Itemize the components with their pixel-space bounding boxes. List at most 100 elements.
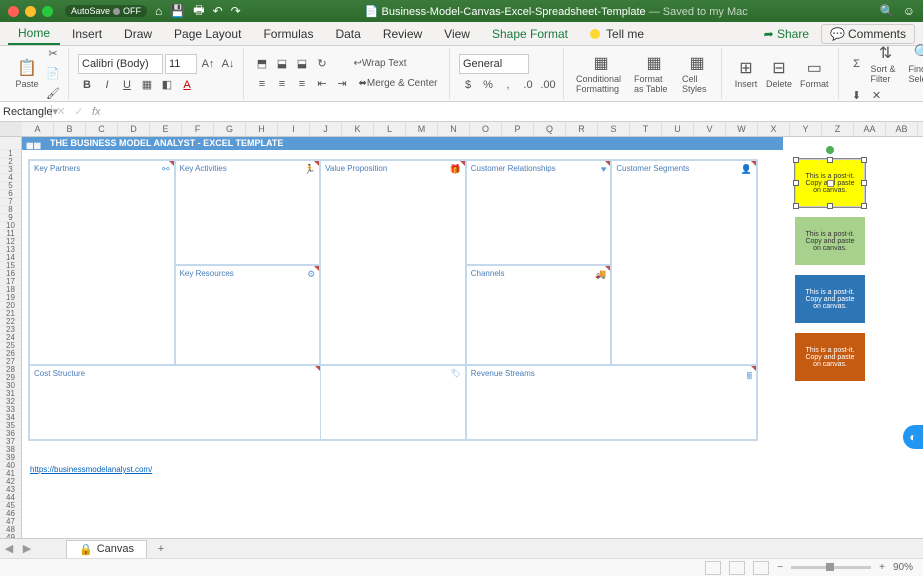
resize-handle-sw[interactable] bbox=[793, 203, 799, 209]
cell-channels[interactable]: Channels🚚 bbox=[466, 265, 612, 365]
resize-handle-se[interactable] bbox=[861, 203, 867, 209]
indent-dec-button[interactable]: ⇤ bbox=[313, 75, 331, 93]
col-header-N[interactable]: N bbox=[438, 122, 470, 136]
search-icon[interactable]: 🔍 bbox=[880, 4, 895, 18]
col-header-K[interactable]: K bbox=[342, 122, 374, 136]
resize-handle-nw[interactable] bbox=[793, 157, 799, 163]
col-header-D[interactable]: D bbox=[118, 122, 150, 136]
bold-button[interactable]: B bbox=[78, 76, 96, 94]
col-header-I[interactable]: I bbox=[278, 122, 310, 136]
format-cells-button[interactable]: ▭Format bbox=[797, 58, 832, 89]
copy-button[interactable]: 📄 bbox=[44, 65, 62, 83]
col-header-F[interactable]: F bbox=[182, 122, 214, 136]
col-header-C[interactable]: C bbox=[86, 122, 118, 136]
border-button[interactable]: ▦ bbox=[138, 76, 156, 94]
redo-icon[interactable]: ↷ bbox=[231, 4, 241, 18]
col-header-H[interactable]: H bbox=[246, 122, 278, 136]
confirm-formula-button[interactable]: ✓ bbox=[70, 103, 88, 121]
italic-button[interactable]: I bbox=[98, 76, 116, 94]
sheet-nav-next[interactable]: ▶ bbox=[18, 542, 36, 555]
resize-handle-ne[interactable] bbox=[861, 157, 867, 163]
align-middle-button[interactable]: ⬓ bbox=[273, 55, 291, 73]
number-format-select[interactable]: General bbox=[459, 54, 529, 74]
currency-button[interactable]: $ bbox=[459, 76, 477, 94]
autosave-toggle[interactable]: AutoSave OFF bbox=[65, 5, 147, 17]
postit-green[interactable]: This is a post-it. Copy and paste on can… bbox=[795, 217, 865, 265]
side-panel-button[interactable]: ◐ bbox=[903, 425, 923, 449]
paste-button[interactable]: 📋 Paste bbox=[12, 58, 42, 89]
align-top-button[interactable]: ⬒ bbox=[253, 55, 271, 73]
format-painter-button[interactable]: 🖌 bbox=[44, 85, 62, 103]
worksheet[interactable]: 1234567891011121314151617181920212223242… bbox=[0, 137, 923, 564]
sort-filter-button[interactable]: ⇅Sort & Filter bbox=[868, 43, 904, 84]
col-header-Z[interactable]: Z bbox=[822, 122, 854, 136]
orientation-button[interactable]: ↻ bbox=[313, 55, 331, 73]
sheet-tab-canvas[interactable]: 🔒 Canvas bbox=[66, 540, 147, 558]
delete-cells-button[interactable]: ⊟Delete bbox=[763, 58, 795, 89]
postit-yellow[interactable]: This is a post-it. Copy and paste on can… bbox=[795, 159, 865, 207]
cells-area[interactable]: ▦▦ THE BUSINESS MODEL ANALYST - EXCEL TE… bbox=[22, 137, 923, 564]
cell-key-partners[interactable]: Key Partners⚯ bbox=[29, 160, 175, 365]
indent-inc-button[interactable]: ⇥ bbox=[333, 75, 351, 93]
zoom-thumb[interactable] bbox=[826, 563, 834, 571]
tab-data[interactable]: Data bbox=[325, 24, 370, 44]
col-header-O[interactable]: O bbox=[470, 122, 502, 136]
insert-cells-button[interactable]: ⊞Insert bbox=[731, 58, 761, 89]
col-header-M[interactable]: M bbox=[406, 122, 438, 136]
website-link[interactable]: https://businessmodelanalyst.com/ bbox=[30, 465, 152, 474]
cell-customer-segments[interactable]: Customer Segments👤 bbox=[611, 160, 757, 365]
align-right-button[interactable]: ≡ bbox=[293, 75, 311, 93]
add-sheet-button[interactable]: + bbox=[151, 543, 171, 555]
cancel-formula-button[interactable]: ✕ bbox=[52, 103, 70, 121]
col-header-J[interactable]: J bbox=[310, 122, 342, 136]
fill-button[interactable]: ⬇ bbox=[848, 86, 866, 104]
wrap-text-button[interactable]: ↩ Wrap Text bbox=[345, 55, 415, 73]
format-as-table-button[interactable]: ▦Format as Table bbox=[631, 53, 677, 94]
name-box[interactable]: Rectangle▾ bbox=[0, 105, 52, 118]
maximize-window-button[interactable] bbox=[42, 6, 53, 17]
close-window-button[interactable] bbox=[8, 6, 19, 17]
cell-value-proposition[interactable]: Value Proposition🎁 bbox=[320, 160, 466, 365]
col-header-X[interactable]: X bbox=[758, 122, 790, 136]
col-header-G[interactable]: G bbox=[214, 122, 246, 136]
postit-blue[interactable]: This is a post-it. Copy and paste on can… bbox=[795, 275, 865, 323]
fx-icon[interactable]: fx bbox=[88, 106, 105, 118]
percent-button[interactable]: % bbox=[479, 76, 497, 94]
clear-button[interactable]: ✕ bbox=[868, 86, 886, 104]
col-header-V[interactable]: V bbox=[694, 122, 726, 136]
share-button[interactable]: ➦ Share bbox=[754, 24, 819, 44]
zoom-out-button[interactable]: − bbox=[777, 562, 783, 573]
print-icon[interactable]: 🖶 bbox=[193, 1, 204, 22]
save-icon[interactable]: 💾 bbox=[170, 4, 185, 18]
col-header-AA[interactable]: AA bbox=[854, 122, 886, 136]
find-select-button[interactable]: 🔍Find & Select bbox=[906, 43, 923, 84]
align-left-button[interactable]: ≡ bbox=[253, 75, 271, 93]
col-header-E[interactable]: E bbox=[150, 122, 182, 136]
resize-handle-n[interactable] bbox=[827, 157, 833, 163]
col-header-W[interactable]: W bbox=[726, 122, 758, 136]
postit-orange[interactable]: This is a post-it. Copy and paste on can… bbox=[795, 333, 865, 381]
merge-center-button[interactable]: ⬌ Merge & Center bbox=[353, 75, 443, 93]
col-header-B[interactable]: B bbox=[54, 122, 86, 136]
dec-decimal-button[interactable]: .00 bbox=[539, 76, 557, 94]
cut-button[interactable]: ✂ bbox=[44, 45, 62, 63]
cell-styles-button[interactable]: ▦Cell Styles bbox=[679, 53, 715, 94]
underline-button[interactable]: U bbox=[118, 76, 136, 94]
cell-cost-structure[interactable]: Cost Structure bbox=[29, 365, 320, 440]
view-pagebreak-button[interactable] bbox=[753, 561, 769, 575]
view-normal-button[interactable] bbox=[705, 561, 721, 575]
font-select[interactable]: Calibri (Body) bbox=[78, 54, 163, 74]
view-pagelayout-button[interactable] bbox=[729, 561, 745, 575]
resize-handle-s[interactable] bbox=[827, 203, 833, 209]
cell-key-activities[interactable]: Key Activities🏃 bbox=[175, 160, 321, 265]
rotate-handle[interactable] bbox=[826, 146, 834, 154]
tab-home[interactable]: Home bbox=[8, 23, 60, 45]
fill-color-button[interactable]: ◧ bbox=[158, 76, 176, 94]
font-color-button[interactable]: A bbox=[178, 76, 196, 94]
increase-font-button[interactable]: A↑ bbox=[199, 55, 217, 73]
tab-shape-format[interactable]: Shape Format bbox=[482, 24, 578, 44]
align-bottom-button[interactable]: ⬓ bbox=[293, 55, 311, 73]
tab-review[interactable]: Review bbox=[373, 24, 432, 44]
zoom-in-button[interactable]: + bbox=[879, 562, 885, 573]
home-icon[interactable]: ⌂ bbox=[155, 4, 162, 18]
